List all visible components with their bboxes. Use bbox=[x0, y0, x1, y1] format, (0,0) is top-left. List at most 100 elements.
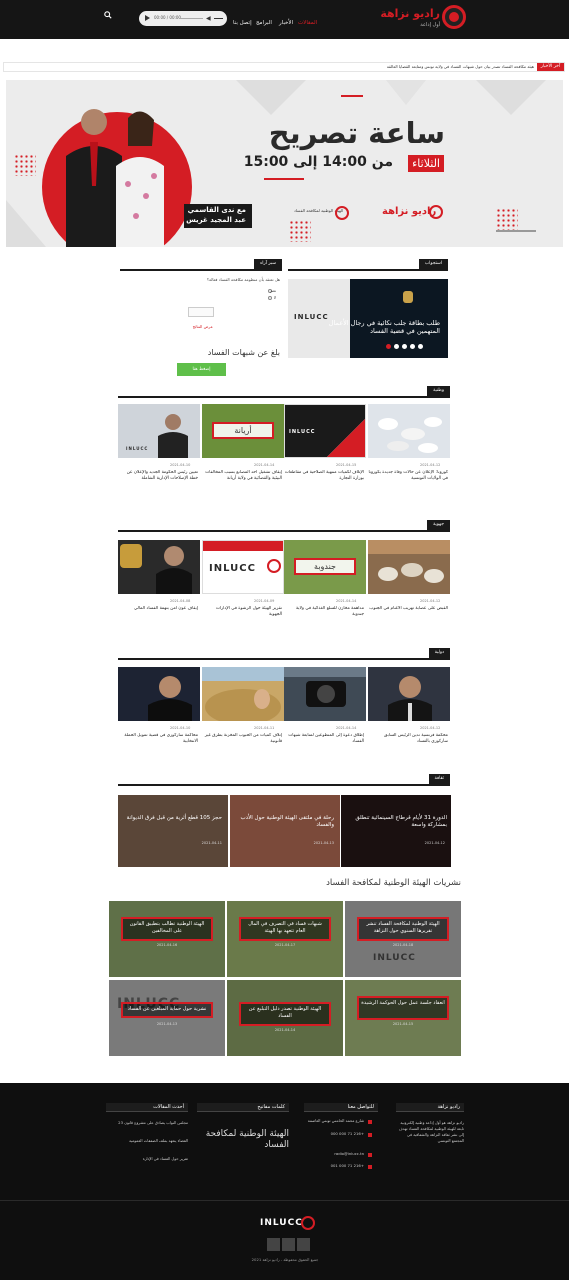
dawliya-cards: 2021-04-12 2021-04-14 2021-04-11 2021-04… bbox=[118, 667, 450, 767]
decor-dots bbox=[289, 220, 311, 242]
card-title[interactable]: القبض على عصابة تهريب الأغنام في الجنوب bbox=[368, 606, 448, 624]
card-title[interactable]: تعيين رئيس الحكومة الجديد والإعلان عن خط… bbox=[118, 470, 198, 494]
report-button[interactable]: إضغط هنا bbox=[177, 363, 226, 376]
player-progress[interactable] bbox=[179, 18, 203, 19]
latest-article[interactable]: تقرير حول الفساد في الإدارة bbox=[106, 1156, 188, 1162]
program-banner[interactable]: ساعة تصريح الثلاثاء من 14:00 إلى 15:00 م… bbox=[6, 80, 563, 247]
culture-card[interactable]: رحلة في ملتقى الهيئة الوطنية حول الأدب و… bbox=[230, 795, 340, 867]
footer-tag[interactable]: الهيئة الوطنية لمكافحة الفساد bbox=[197, 1129, 289, 1151]
card-title[interactable]: محاكمة ساركوزي في قضية تمويل الحملة الان… bbox=[118, 733, 198, 751]
nav-programs[interactable]: البرامج bbox=[256, 20, 272, 26]
card-title[interactable]: إيقاف تشغيل أحد المصانع بسبب المخالفات ا… bbox=[202, 470, 282, 494]
publications-title: نشريات الهيئة الوطنية لمكافحة الفساد bbox=[326, 878, 461, 888]
slider-dot[interactable] bbox=[410, 344, 415, 349]
logo-title: راديو نزاهة bbox=[380, 7, 440, 20]
slider-dot[interactable] bbox=[402, 344, 407, 349]
card-date: 2021-04-08 bbox=[170, 599, 191, 603]
publication-date: 2021-04-15 bbox=[392, 1022, 414, 1026]
slider-caption[interactable]: طلب بطاقة جلب نكائية في رجال الأعمال الم… bbox=[318, 319, 440, 335]
host-line-1: مع ندى القاسمي bbox=[187, 206, 246, 214]
slider-dot[interactable] bbox=[394, 344, 399, 349]
slider-dot-active[interactable] bbox=[386, 344, 391, 349]
card-image[interactable] bbox=[368, 667, 450, 721]
card-image[interactable] bbox=[368, 404, 450, 458]
section-header-poll: سبر آراء bbox=[120, 259, 282, 271]
footer-about-title: راديو نزاهة bbox=[396, 1103, 464, 1112]
card-image[interactable]: INLUCC bbox=[118, 404, 200, 458]
card-date: 2021-04-15 bbox=[336, 463, 357, 467]
publication-card[interactable]: انعقاد جلسة عمل حول الحوكمة الرشيدة 2021… bbox=[345, 980, 461, 1056]
card-date: 2021-04-12 bbox=[420, 726, 441, 730]
latest-article[interactable]: مجلس النواب يصادق على مشروع قانون 23 bbox=[106, 1120, 188, 1126]
card-image[interactable]: أريانة bbox=[202, 404, 284, 458]
card-title[interactable]: تقرير الهيئة حول الرشوة في الإدارات الجه… bbox=[202, 606, 282, 624]
card-title[interactable]: الإتلاف لكميات منتهية الصلاحية في مقاطعا… bbox=[284, 470, 364, 494]
card-image[interactable] bbox=[284, 667, 366, 721]
culture-card-date: 2021-04-11 bbox=[201, 841, 222, 845]
facebook-icon[interactable] bbox=[267, 1238, 280, 1251]
jihawiya-cards: جندوبة INLUCC 2021-04-12 2021-04-14 2021… bbox=[118, 540, 450, 640]
publication-card[interactable]: شبهات فساد في التصرف في المال العام تتعه… bbox=[227, 901, 343, 977]
inlucc-logo: INLUCC bbox=[209, 563, 256, 574]
slider-dot[interactable] bbox=[418, 344, 423, 349]
culture-card[interactable]: حجز 105 قطع أثرية من قبل فرق الديوانة 20… bbox=[118, 795, 228, 867]
card-title[interactable]: إيقاف عون أمن بتهمة الفساد المالي bbox=[118, 606, 198, 624]
culture-card-title: رحلة في ملتقى الهيئة الوطنية حول الأدب و… bbox=[240, 815, 334, 828]
card-title[interactable]: محكمة فرنسية تدين الرئيس السابق ساركوزي … bbox=[368, 733, 448, 751]
culture-card[interactable]: الدورة 31 لأيام قرطاج السينمائية تنطلق ب… bbox=[341, 795, 451, 867]
poll-question: هل تعتقد بأن منظومة مكافحة الفساد فعالة؟ bbox=[206, 277, 280, 282]
card-date: 2021-04-10 bbox=[170, 726, 191, 730]
latest-article[interactable]: القضاء يتعهد بملف الصفقات العمومية bbox=[106, 1138, 188, 1144]
poll-vote-button[interactable] bbox=[188, 307, 214, 317]
publication-card[interactable]: الهيئة الوطنية تصدر دليل التبليغ عن الفس… bbox=[227, 980, 343, 1056]
location-icon bbox=[368, 1120, 372, 1124]
publication-card[interactable]: الهيئة الوطنية تطالب بتطبيق القانون على … bbox=[109, 901, 225, 977]
card-image[interactable]: جندوبة bbox=[284, 540, 366, 594]
search-icon[interactable] bbox=[104, 11, 112, 19]
contact-email[interactable]: radio@inlucc.tn bbox=[304, 1151, 364, 1157]
contact-phone[interactable]: +216 71 000 000 bbox=[304, 1131, 364, 1137]
card-image[interactable]: INLUCC bbox=[202, 540, 284, 594]
page-root: راديو نزاهة أول إذاعة المقالات الأخبار ا… bbox=[0, 0, 569, 1280]
volume-slider[interactable] bbox=[214, 18, 223, 19]
poll-radio-no[interactable] bbox=[268, 296, 272, 300]
nav-articles[interactable]: المقالات bbox=[298, 20, 317, 26]
nav-contact[interactable]: إتصل بنا bbox=[233, 20, 252, 26]
ticker-text[interactable]: هيئة مكافحة الفساد تصدر بيان حول شبهات ا… bbox=[387, 63, 534, 71]
decor-dots bbox=[496, 208, 518, 230]
publication-caption: الهيئة الوطنية لمكافحة الفساد تنشر تقرير… bbox=[357, 917, 449, 941]
publication-date: 2021-04-16 bbox=[156, 943, 178, 947]
card-title[interactable]: إطلاق دعوة إلى المتطوعين لمتابعة شبهات ا… bbox=[284, 733, 364, 751]
card-title[interactable]: مداهمة مخازن للسلع الغذائية في ولاية جند… bbox=[284, 606, 364, 624]
publication-card[interactable]: INLUCC نشرية حول حماية المبلغين عن الفسا… bbox=[109, 980, 225, 1056]
card-image[interactable] bbox=[118, 667, 200, 721]
grain-photo bbox=[202, 667, 284, 721]
card-image[interactable] bbox=[118, 540, 200, 594]
featured-slider[interactable]: INLUCC طلب بطاقة جلب نكائية في رجال الأع… bbox=[288, 279, 448, 358]
section-header-dawliya: دولية bbox=[118, 648, 450, 660]
card-image[interactable]: INLUCC bbox=[284, 404, 366, 458]
host-line-2: عبد المجيد غريس bbox=[186, 216, 246, 224]
twitter-icon[interactable] bbox=[282, 1238, 295, 1251]
card-date: 2021-04-10 bbox=[170, 463, 191, 467]
site-logo[interactable]: راديو نزاهة أول إذاعة bbox=[380, 5, 466, 31]
publication-card[interactable]: INLUCC الهيئة الوطنية لمكافحة الفساد تنش… bbox=[345, 901, 461, 977]
play-icon[interactable] bbox=[145, 15, 150, 21]
card-title[interactable]: إتلاف كميات من الحبوب المخزنة بطرق غير ق… bbox=[202, 733, 282, 751]
poll-results-link[interactable]: عرض النتائج bbox=[193, 324, 213, 329]
banner-day: الثلاثاء bbox=[408, 155, 444, 172]
footer-latest-title: أحدث المقالات bbox=[106, 1103, 188, 1112]
culture-card-title: الدورة 31 لأيام قرطاج السينمائية تنطلق ب… bbox=[355, 815, 447, 828]
publication-caption: الهيئة الوطنية تصدر دليل التبليغ عن الفس… bbox=[239, 1002, 331, 1026]
inlucc-logo: INLUCC bbox=[126, 446, 149, 451]
nav-news[interactable]: الأخبار bbox=[279, 20, 293, 26]
logo-mark-icon bbox=[442, 5, 466, 29]
emblem-icon bbox=[403, 291, 413, 303]
card-image[interactable] bbox=[368, 540, 450, 594]
card-image[interactable] bbox=[202, 667, 284, 721]
youtube-icon[interactable] bbox=[297, 1238, 310, 1251]
card-title[interactable]: كورونا: الإعلان عن حالات وفاة جديدة بكور… bbox=[368, 470, 448, 494]
publication-date: 2021-04-17 bbox=[274, 943, 296, 947]
report-corruption-title: بلغ عن شبهات الفساد bbox=[207, 348, 280, 357]
volume-icon[interactable]: ◀ bbox=[206, 15, 211, 22]
